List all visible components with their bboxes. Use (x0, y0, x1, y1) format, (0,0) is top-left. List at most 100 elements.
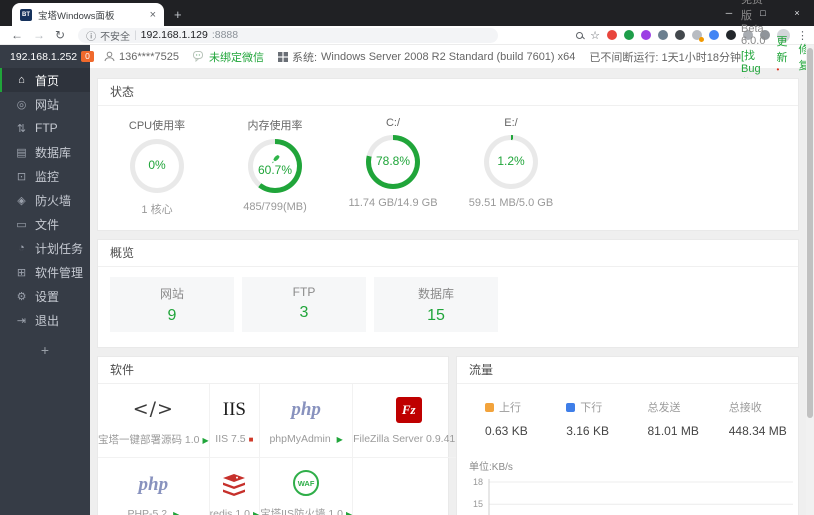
websites-card[interactable]: 网站 9 (110, 277, 234, 332)
sidebar-item-logout[interactable]: ⇥ 退出 (0, 308, 90, 332)
message-badge[interactable]: 0 (81, 51, 94, 62)
sidebar-item-monitor[interactable]: ⊡ 监控 (0, 164, 90, 188)
card-label: 网站 (159, 287, 184, 301)
scrollbar-thumb[interactable] (807, 48, 813, 418)
page-scrollbar[interactable] (806, 45, 814, 515)
sidebar-item-label: FTP (35, 121, 58, 135)
version-label: 免费版 Beta 6.0.0 (740, 0, 766, 47)
address-separator: | (134, 29, 137, 41)
status-panel: 状态 CPU使用率 0% 1 核心 内存使用率 60.7% 485/799(MB… (97, 78, 799, 231)
software-item-waf[interactable]: WAF 宝塔IIS防火墙 1.0 ▶ (260, 458, 354, 515)
status-marker-icon: ▶ (336, 435, 343, 444)
extension-icon[interactable] (692, 30, 704, 42)
waf-shield-icon: WAF (293, 470, 320, 496)
disk-e-gauge: E:/ 1.2% 59.51 MB/5.0 GB (452, 117, 570, 217)
memory-gauge-ring: 60.7% (248, 139, 302, 193)
sidebar-item-firewall[interactable]: ◈ 防火墙 (0, 188, 90, 212)
extension-icon[interactable] (641, 30, 651, 40)
sidebar-item-website[interactable]: ◎ 网站 (0, 92, 90, 116)
software-item-phpmyadmin[interactable]: php phpMyAdmin ▶ (260, 384, 354, 458)
gauge-label: E:/ (504, 117, 518, 129)
extension-icon[interactable] (675, 30, 685, 40)
gauge-value: 1.2% (497, 154, 525, 169)
stat-label: 上行 (499, 402, 521, 414)
forward-button[interactable]: → (33, 29, 45, 41)
bookmark-star-icon[interactable]: ☆ (590, 29, 600, 42)
software-item-name: 宝塔IIS防火墙 1.0 (260, 508, 343, 515)
wechat-bind-link[interactable]: 未绑定微信 (209, 49, 264, 65)
browser-tab[interactable]: BT 宝塔Windows面板 × (12, 3, 164, 26)
software-item-empty (353, 458, 464, 515)
wechat-icon (192, 51, 203, 62)
info-icon[interactable]: ⓘ (86, 28, 96, 43)
server-ip-block[interactable]: 192.168.1.252 0 (0, 45, 94, 68)
extension-icon[interactable] (726, 30, 736, 40)
zoom-icon[interactable] (576, 31, 584, 39)
traffic-panel-title: 流量 (457, 357, 798, 384)
stat-value: 81.01 MB (647, 424, 699, 438)
security-label: 不安全 (100, 31, 131, 43)
software-grid: </> 宝塔一键部署源码 1.0 ▶ IIS IIS 7.5 ■ php phpMy… (98, 384, 465, 515)
ftp-icon: ⇅ (16, 122, 27, 135)
download-legend-icon (566, 402, 576, 412)
sidebar-item-cron[interactable]: ◔ 计划任务 (0, 236, 90, 260)
gauge-label: 内存使用率 (247, 120, 303, 132)
ftp-card[interactable]: FTP 3 (242, 277, 366, 332)
software-item-name: redis 1.0 (209, 507, 250, 515)
card-value: 3 (299, 304, 309, 321)
gauge-sub: 1 核心 (141, 204, 173, 216)
download-stat: 下行 3.16 KB (546, 399, 627, 438)
back-button[interactable]: ← (11, 29, 23, 41)
sidebar-item-software[interactable]: ⊞ 软件管理 (0, 260, 90, 284)
address-bar[interactable]: ⓘ 不安全 | 192.168.1.129:8888 (78, 27, 499, 43)
software-item-deploy[interactable]: </> 宝塔一键部署源码 1.0 ▶ (98, 384, 210, 458)
system-value: Windows Server 2008 R2 Standard (build 7… (321, 50, 576, 63)
tab-close-icon[interactable]: × (150, 9, 156, 21)
sidebar-item-home[interactable]: ⌂ 首页 (0, 68, 90, 92)
reload-button[interactable]: ↻ (55, 29, 65, 41)
main-content: 状态 CPU使用率 0% 1 核心 内存使用率 60.7% 485/799(MB… (90, 68, 806, 515)
software-item-filezilla[interactable]: Fz FileZilla Server 0.9.41▶ (353, 384, 465, 458)
cpu-gauge: CPU使用率 0% 1 核心 (98, 117, 216, 217)
disk-c-gauge-ring: 78.8% (366, 135, 420, 189)
sidebar-item-ftp[interactable]: ⇅ FTP (0, 116, 90, 140)
status-marker-icon: ▶ (173, 509, 180, 515)
software-item-redis[interactable]: redis 1.0 ▶ (209, 458, 261, 515)
extension-icon[interactable] (607, 30, 617, 40)
gauge-value: 78.8% (375, 154, 411, 169)
stat-label: 下行 (580, 402, 603, 414)
sidebar-item-database[interactable]: ▤ 数据库 (0, 140, 90, 164)
sidebar-add-button[interactable]: + (0, 342, 90, 358)
extension-icon[interactable] (709, 30, 719, 40)
apps-grid-icon: ⊞ (16, 266, 27, 279)
new-tab-button[interactable]: + (174, 7, 182, 22)
overview-panel-title: 概览 (98, 240, 798, 267)
databases-card[interactable]: 数据库 15 (374, 277, 498, 332)
stat-value: 3.16 KB (566, 424, 609, 438)
card-value: 9 (167, 307, 177, 324)
card-label: 数据库 (417, 287, 454, 301)
account-item[interactable]: 136****7525 (104, 51, 179, 63)
software-item-php52[interactable]: php PHP-5.2 ▶ (98, 458, 210, 515)
tab-title: 宝塔Windows面板 (38, 10, 115, 22)
browser-toolbar: ← → ↻ ⓘ 不安全 | 192.168.1.129:8888 ☆ ⋮ (0, 26, 814, 45)
cpu-gauge-ring: 0% (130, 139, 184, 193)
wechat-bind-item[interactable]: 未绑定微信 (192, 49, 264, 65)
software-item-iis[interactable]: IIS IIS 7.5 ■ (209, 384, 261, 458)
sidebar-item-settings[interactable]: ⚙ 设置 (0, 284, 90, 308)
total-sent-stat: 总发送 81.01 MB (628, 399, 709, 438)
gauge-label: CPU使用率 (128, 120, 186, 132)
url-host: 192.168.1.129 (140, 29, 208, 41)
sidebar-item-label: 退出 (35, 313, 60, 328)
software-item-name: 宝塔一键部署源码 1.0 (98, 433, 200, 446)
extension-icon[interactable] (624, 30, 634, 40)
stat-value: 0.63 KB (485, 424, 528, 438)
extension-icon[interactable] (658, 30, 668, 40)
sidebar-item-label: 文件 (35, 217, 60, 232)
php-icon: php (291, 399, 321, 420)
home-icon: ⌂ (18, 74, 25, 86)
code-icon: </> (132, 397, 174, 420)
sidebar-item-files[interactable]: ▭ 文件 (0, 212, 90, 236)
sidebar-item-label: 首页 (35, 73, 60, 88)
card-label: FTP (292, 285, 316, 299)
